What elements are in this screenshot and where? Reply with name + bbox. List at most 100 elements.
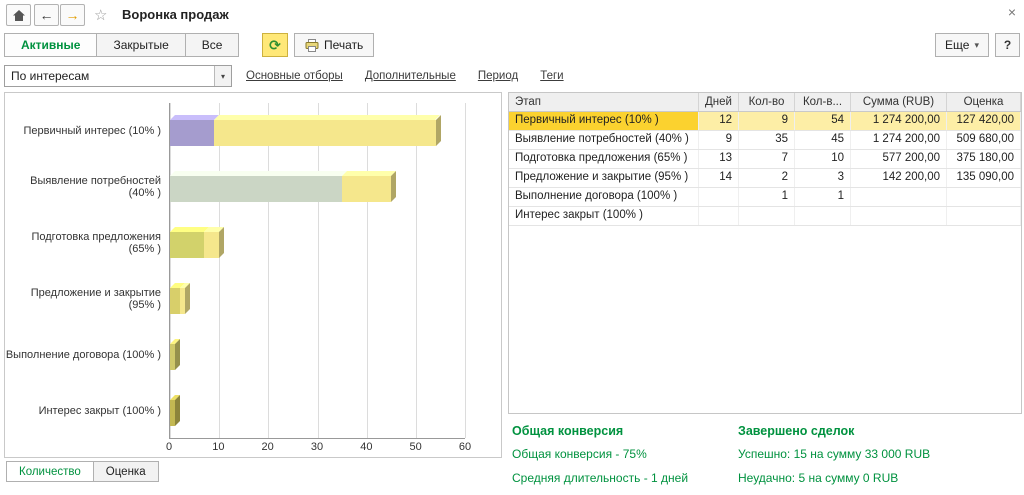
table-cell[interactable] xyxy=(947,188,1021,206)
funnel-bar[interactable] xyxy=(170,400,465,426)
table-cell[interactable] xyxy=(795,207,851,225)
tab-active[interactable]: Активные xyxy=(4,33,97,57)
column-header-score[interactable]: Оценка xyxy=(947,93,1021,111)
forward-button[interactable]: → xyxy=(60,4,85,26)
table-cell[interactable]: 142 200,00 xyxy=(851,169,947,187)
table-cell[interactable] xyxy=(851,188,947,206)
table-cell[interactable]: 135 090,00 xyxy=(947,169,1021,187)
funnel-row xyxy=(170,215,465,271)
funnel-bar-segment[interactable] xyxy=(180,288,185,314)
table-row[interactable]: Выполнение договора (100% ) 11 xyxy=(509,188,1021,207)
x-tick-label: 10 xyxy=(212,441,224,453)
table-cell[interactable]: 375 180,00 xyxy=(947,150,1021,168)
tab-all[interactable]: Все xyxy=(185,33,240,57)
table-cell[interactable]: 2 xyxy=(739,169,795,187)
funnel-bar-segment[interactable] xyxy=(170,400,175,426)
x-tick-label: 50 xyxy=(410,441,422,453)
column-header-sum[interactable]: Сумма (RUB) xyxy=(851,93,947,111)
column-header-count[interactable]: Кол-во xyxy=(739,93,795,111)
table-cell[interactable] xyxy=(851,207,947,225)
table-cell[interactable]: 1 274 200,00 xyxy=(851,131,947,149)
grouping-combobox[interactable]: По интересам ▾ xyxy=(4,65,232,87)
table-row[interactable]: Предложение и закрытие (95% )1423142 200… xyxy=(509,169,1021,188)
table-cell[interactable]: 35 xyxy=(739,131,795,149)
table-cell[interactable]: 45 xyxy=(795,131,851,149)
link-tags[interactable]: Теги xyxy=(540,70,563,82)
funnel-bar[interactable] xyxy=(170,344,465,370)
column-header-stage[interactable]: Этап xyxy=(509,93,699,111)
more-button[interactable]: Еще ▾ xyxy=(935,33,989,57)
funnel-bar-segment[interactable] xyxy=(170,344,175,370)
table-cell[interactable] xyxy=(739,207,795,225)
home-button[interactable] xyxy=(6,4,31,26)
table-cell[interactable]: Подготовка предложения (65% ) xyxy=(509,150,699,168)
page-title: Воронка продаж xyxy=(122,7,229,22)
column-header-count-total[interactable]: Кол-в... xyxy=(795,93,851,111)
link-additional[interactable]: Дополнительные xyxy=(365,70,456,82)
link-period[interactable]: Период xyxy=(478,70,518,82)
table-row[interactable]: Первичный интерес (10% )129541 274 200,0… xyxy=(509,112,1021,131)
bar-side-face xyxy=(185,283,190,314)
table-row[interactable]: Подготовка предложения (65% )13710577 20… xyxy=(509,150,1021,169)
funnel-bar[interactable] xyxy=(170,120,465,146)
table-cell[interactable]: Выявление потребностей (40% ) xyxy=(509,131,699,149)
tab-quantity[interactable]: Количество xyxy=(6,461,94,482)
table-row[interactable]: Выявление потребностей (40% )935451 274 … xyxy=(509,131,1021,150)
help-button[interactable]: ? xyxy=(995,33,1020,57)
funnel-bar-segment[interactable] xyxy=(214,120,435,146)
refresh-button[interactable]: ⟳ xyxy=(262,33,288,57)
table-cell[interactable]: 10 xyxy=(795,150,851,168)
table-cell[interactable] xyxy=(947,207,1021,225)
funnel-bar-segment[interactable] xyxy=(342,176,391,202)
bar-side-face xyxy=(175,395,180,426)
table-cell[interactable]: Интерес закрыт (100% ) xyxy=(509,207,699,225)
funnel-bar[interactable] xyxy=(170,288,465,314)
table-cell[interactable]: Предложение и закрытие (95% ) xyxy=(509,169,699,187)
funnel-bar-segment[interactable] xyxy=(170,176,342,202)
funnel-bar-segment[interactable] xyxy=(204,232,219,258)
funnel-category-labels: Первичный интерес (10% )Выявление потреб… xyxy=(5,103,169,439)
x-tick-label: 20 xyxy=(262,441,274,453)
table-cell[interactable] xyxy=(699,207,739,225)
table-cell[interactable]: Первичный интерес (10% ) xyxy=(509,112,699,130)
table-cell[interactable]: 7 xyxy=(739,150,795,168)
funnel-bar-segment[interactable] xyxy=(170,120,214,146)
funnel-bar[interactable] xyxy=(170,232,465,258)
more-button-label: Еще xyxy=(945,38,969,52)
funnel-bar-segment[interactable] xyxy=(170,232,204,258)
table-cell[interactable]: 14 xyxy=(699,169,739,187)
table-cell[interactable]: 1 274 200,00 xyxy=(851,112,947,130)
bar-side-face xyxy=(219,227,224,258)
table-cell[interactable]: Выполнение договора (100% ) xyxy=(509,188,699,206)
x-tick-label: 60 xyxy=(459,441,471,453)
table-cell[interactable]: 12 xyxy=(699,112,739,130)
table-cell[interactable]: 577 200,00 xyxy=(851,150,947,168)
favorite-star-icon[interactable]: ☆ xyxy=(94,6,107,24)
print-button[interactable]: Печать xyxy=(294,33,374,57)
back-arrow-icon: ← xyxy=(40,8,54,22)
table-cell[interactable]: 54 xyxy=(795,112,851,130)
table-cell[interactable]: 1 xyxy=(739,188,795,206)
funnel-bar[interactable] xyxy=(170,176,465,202)
tab-closed[interactable]: Закрытые xyxy=(96,33,185,57)
link-main-filters[interactable]: Основные отборы xyxy=(246,70,343,82)
table-row[interactable]: Интерес закрыт (100% ) xyxy=(509,207,1021,226)
table-cell[interactable]: 127 420,00 xyxy=(947,112,1021,130)
column-header-days[interactable]: Дней xyxy=(699,93,739,111)
table-cell[interactable] xyxy=(699,188,739,206)
summary-conversion-title: Общая конверсия xyxy=(512,424,734,438)
table-cell[interactable]: 509 680,00 xyxy=(947,131,1021,149)
combobox-dropdown-icon[interactable]: ▾ xyxy=(214,66,231,86)
table-cell[interactable]: 9 xyxy=(739,112,795,130)
tab-score[interactable]: Оценка xyxy=(93,461,159,482)
funnel-row xyxy=(170,159,465,215)
table-cell[interactable]: 1 xyxy=(795,188,851,206)
combobox-value: По интересам xyxy=(5,69,214,83)
funnel-bar-segment[interactable] xyxy=(170,288,180,314)
table-cell[interactable]: 3 xyxy=(795,169,851,187)
summary-deals-title: Завершено сделок xyxy=(738,424,1022,438)
table-cell[interactable]: 13 xyxy=(699,150,739,168)
back-button[interactable]: ← xyxy=(34,4,59,26)
close-button[interactable]: × xyxy=(1008,4,1016,20)
table-cell[interactable]: 9 xyxy=(699,131,739,149)
